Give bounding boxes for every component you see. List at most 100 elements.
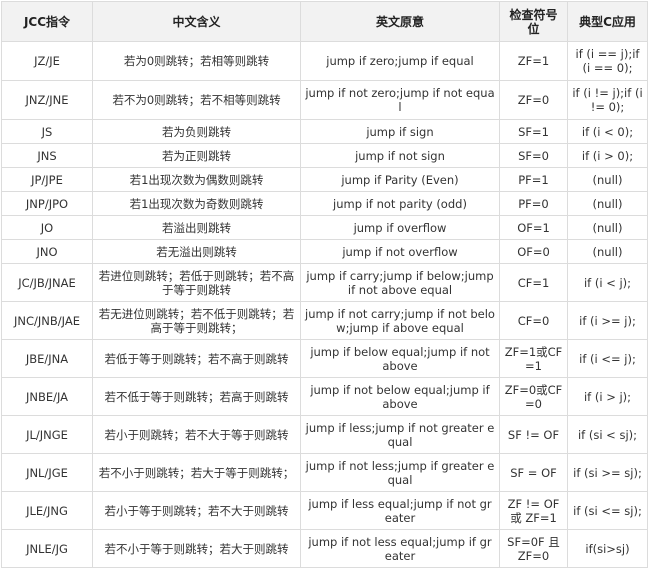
cell-flag-check: ZF=0 [499, 80, 568, 120]
cell-chinese-meaning: 若不小于则跳转；若大于等于则跳转； [92, 453, 301, 492]
cell-c-usage: if(si>sj) [567, 529, 648, 568]
cell-flag-check: ZF=0或CF=0 [499, 377, 568, 416]
table-row: JC/JB/JNAE 若进位则跳转；若低于则跳转；若不高于等于则跳转 jump if… [1, 263, 648, 302]
cell-english-meaning: jump if not carry;jump if not below;jump… [300, 301, 500, 340]
table-row: JNLE/JG 若不小于等于则跳转；若大于则跳转 jump if not less … [1, 529, 648, 568]
cell-c-usage: if (i > 0); [567, 143, 648, 168]
cell-c-usage: if (i < j); [567, 263, 648, 302]
jcc-table-container: JCC指令 中文含义 英文原意 检查符号位 典型C应用 JZ/JE 若为0则跳转；… [1, 1, 648, 568]
cell-instruction: JC/JB/JNAE [1, 263, 93, 302]
cell-chinese-meaning: 若1出现次数为奇数则跳转 [92, 191, 301, 216]
cell-c-usage: if (i < 0); [567, 119, 648, 144]
cell-english-meaning: jump if less equal;jump if not greater [300, 491, 500, 530]
cell-instruction: JNZ/JNE [1, 80, 93, 120]
header-chinese-meaning: 中文含义 [92, 1, 301, 42]
cell-chinese-meaning: 若小于等于则跳转；若不大于则跳转 [92, 491, 301, 530]
cell-instruction: JNL/JGE [1, 453, 93, 492]
cell-chinese-meaning: 若不低于等于则跳转；若高于则跳转 [92, 377, 301, 416]
cell-chinese-meaning: 若1出现次数为偶数则跳转 [92, 167, 301, 192]
cell-flag-check: PF=1 [499, 167, 568, 192]
header-flag-check: 检查符号位 [499, 1, 568, 42]
cell-chinese-meaning: 若不小于等于则跳转；若大于则跳转 [92, 529, 301, 568]
cell-c-usage: if (si <= sj); [567, 491, 648, 530]
table-row: JNO 若无溢出则跳转 jump if not overflow OF=0 (null) [1, 239, 648, 264]
table-row: JNBE/JA 若不低于等于则跳转；若高于则跳转 jump if not below… [1, 377, 648, 416]
cell-flag-check: SF != OF [499, 415, 568, 454]
cell-instruction: JNLE/JG [1, 529, 93, 568]
cell-english-meaning: jump if not zero;jump if not equal [300, 80, 500, 120]
cell-flag-check: OF=1 [499, 215, 568, 240]
table-row: JLE/JNG 若小于等于则跳转；若不大于则跳转 jump if less equa… [1, 491, 648, 530]
cell-instruction: JS [1, 119, 93, 144]
table-row: JNP/JPO 若1出现次数为奇数则跳转 jump if not parity (o… [1, 191, 648, 216]
cell-instruction: JBE/JNA [1, 339, 93, 378]
cell-chinese-meaning: 若小于则跳转；若不大于等于则跳转 [92, 415, 301, 454]
cell-instruction: JP/JPE [1, 167, 93, 192]
cell-flag-check: SF=1 [499, 119, 568, 144]
table-row: JS 若为负则跳转 jump if sign SF=1 if (i < 0); [1, 119, 648, 144]
cell-c-usage: (null) [567, 191, 648, 216]
cell-english-meaning: jump if not less equal;jump if greater [300, 529, 500, 568]
table-row: JZ/JE 若为0则跳转；若相等则跳转 jump if zero;jump if e… [1, 41, 648, 81]
cell-c-usage: if (i == j);if (i == 0); [567, 41, 648, 81]
table-row: JNS 若为正则跳转 jump if not sign SF=0 if (i > 0); [1, 143, 648, 168]
cell-flag-check: CF=1 [499, 263, 568, 302]
cell-english-meaning: jump if carry;jump if below;jump if not … [300, 263, 500, 302]
cell-english-meaning: jump if sign [300, 119, 500, 144]
table-row: JBE/JNA 若低于等于则跳转；若不高于则跳转 jump if below equ… [1, 339, 648, 378]
cell-chinese-meaning: 若为正则跳转 [92, 143, 301, 168]
header-c-usage: 典型C应用 [567, 1, 648, 42]
cell-flag-check: PF=0 [499, 191, 568, 216]
table-body: JZ/JE 若为0则跳转；若相等则跳转 jump if zero;jump if e… [1, 41, 648, 568]
cell-c-usage: if (si >= sj); [567, 453, 648, 492]
cell-flag-check: OF=0 [499, 239, 568, 264]
cell-english-meaning: jump if not sign [300, 143, 500, 168]
cell-chinese-meaning: 若溢出则跳转 [92, 215, 301, 240]
cell-english-meaning: jump if overflow [300, 215, 500, 240]
cell-instruction: JNO [1, 239, 93, 264]
table-row: JNZ/JNE 若不为0则跳转；若不相等则跳转 jump if not zero;j… [1, 80, 648, 120]
cell-english-meaning: jump if less;jump if not greater equal [300, 415, 500, 454]
cell-english-meaning: jump if not overflow [300, 239, 500, 264]
cell-instruction: JO [1, 215, 93, 240]
header-jcc: JCC指令 [1, 1, 93, 42]
cell-chinese-meaning: 若为负则跳转 [92, 119, 301, 144]
cell-flag-check: ZF != OF 或 ZF=1 [499, 491, 568, 530]
cell-english-meaning: jump if zero;jump if equal [300, 41, 500, 81]
cell-chinese-meaning: 若无进位则跳转；若不低于则跳转；若高于等于则跳转； [92, 301, 301, 340]
cell-flag-check: SF=0F 且 ZF=0 [499, 529, 568, 568]
cell-c-usage: (null) [567, 215, 648, 240]
cell-instruction: JNBE/JA [1, 377, 93, 416]
cell-english-meaning: jump if below equal;jump if not above [300, 339, 500, 378]
table-row: JNC/JNB/JAE 若无进位则跳转；若不低于则跳转；若高于等于则跳转； jump… [1, 301, 648, 340]
cell-c-usage: if (i >= j); [567, 301, 648, 340]
cell-english-meaning: jump if Parity (Even) [300, 167, 500, 192]
cell-c-usage: if (i <= j); [567, 339, 648, 378]
cell-english-meaning: jump if not below equal;jump if above [300, 377, 500, 416]
cell-chinese-meaning: 若为0则跳转；若相等则跳转 [92, 41, 301, 81]
cell-chinese-meaning: 若进位则跳转；若低于则跳转；若不高于等于则跳转 [92, 263, 301, 302]
cell-flag-check: SF=0 [499, 143, 568, 168]
cell-c-usage: (null) [567, 239, 648, 264]
table-header-row: JCC指令 中文含义 英文原意 检查符号位 典型C应用 [1, 1, 648, 42]
cell-instruction: JLE/JNG [1, 491, 93, 530]
cell-english-meaning: jump if not less;jump if greater equal [300, 453, 500, 492]
cell-instruction: JNS [1, 143, 93, 168]
header-english-meaning: 英文原意 [300, 1, 500, 42]
cell-english-meaning: jump if not parity (odd) [300, 191, 500, 216]
cell-chinese-meaning: 若不为0则跳转；若不相等则跳转 [92, 80, 301, 120]
table-row: JNL/JGE 若不小于则跳转；若大于等于则跳转； jump if not less… [1, 453, 648, 492]
cell-c-usage: if (i != j);if (i != 0); [567, 80, 648, 120]
jcc-instruction-table: JCC指令 中文含义 英文原意 检查符号位 典型C应用 JZ/JE 若为0则跳转；… [1, 1, 648, 568]
table-row: JP/JPE 若1出现次数为偶数则跳转 jump if Parity (Even) P… [1, 167, 648, 192]
cell-chinese-meaning: 若无溢出则跳转 [92, 239, 301, 264]
cell-instruction: JNP/JPO [1, 191, 93, 216]
cell-c-usage: (null) [567, 167, 648, 192]
cell-c-usage: if (i > j); [567, 377, 648, 416]
cell-instruction: JL/JNGE [1, 415, 93, 454]
cell-flag-check: ZF=1或CF=1 [499, 339, 568, 378]
table-row: JO 若溢出则跳转 jump if overflow OF=1 (null) [1, 215, 648, 240]
cell-instruction: JZ/JE [1, 41, 93, 81]
cell-flag-check: SF = OF [499, 453, 568, 492]
cell-instruction: JNC/JNB/JAE [1, 301, 93, 340]
